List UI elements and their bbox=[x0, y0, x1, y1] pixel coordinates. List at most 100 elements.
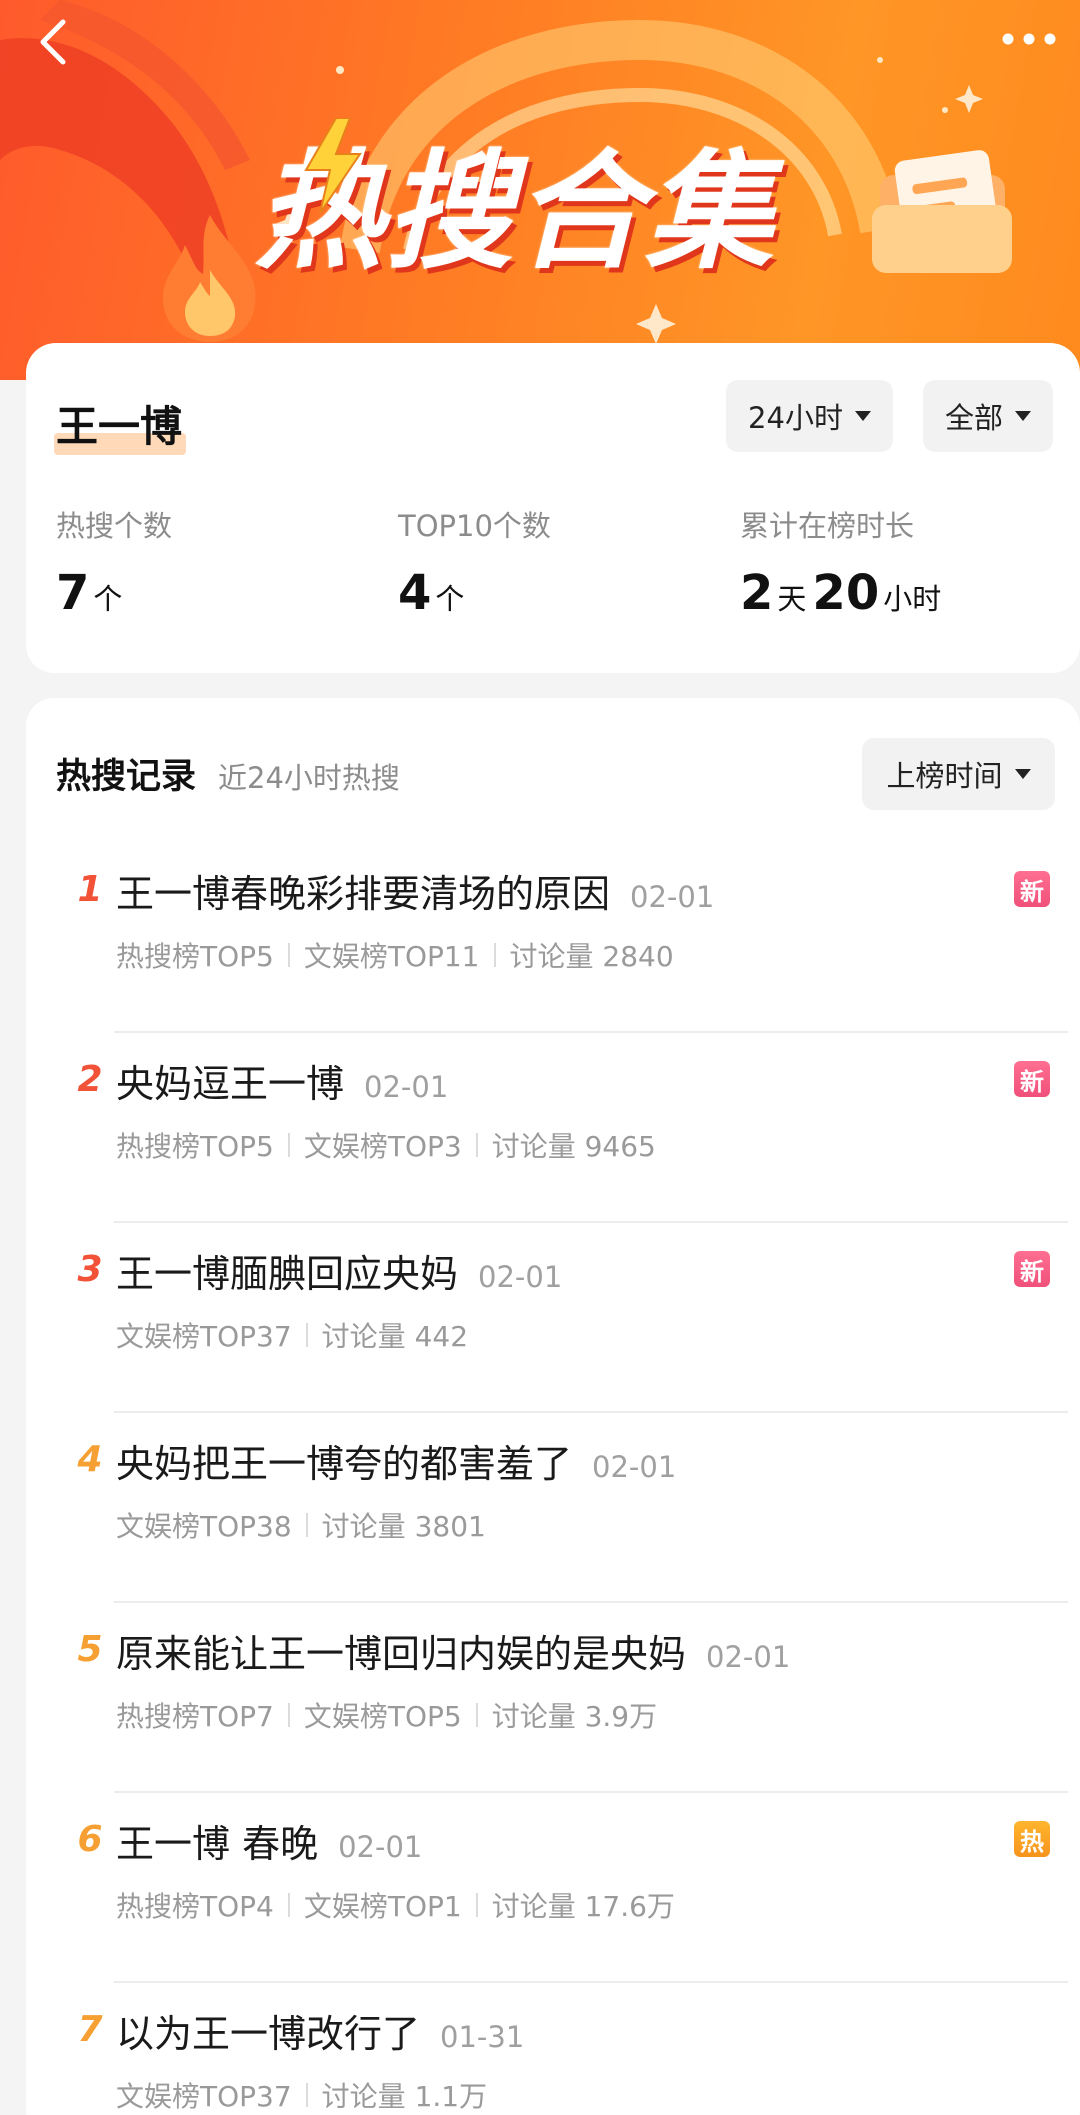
meta-text: 文娱榜TOP37 bbox=[116, 2080, 292, 2113]
meta-separator bbox=[475, 1133, 478, 1157]
meta-text: 讨论量 442 bbox=[321, 1320, 469, 1353]
stat-number: 4 bbox=[398, 565, 432, 621]
record-date: 02-01 bbox=[592, 1450, 677, 1484]
meta-separator bbox=[287, 1893, 290, 1917]
record-title: 王一博春晚彩排要清场的原因 bbox=[116, 872, 611, 916]
record-item[interactable]: 1 王一博春晚彩排要清场的原因 02-01 热搜榜TOP5 文娱榜TOP11 讨论量 28… bbox=[26, 843, 1080, 1033]
stat-value: 7个 bbox=[56, 565, 172, 621]
stat-label: 热搜个数 bbox=[56, 509, 173, 543]
stat-days-unit: 天 bbox=[777, 582, 807, 616]
record-meta: 热搜榜TOP5 文娱榜TOP11 讨论量 2840 bbox=[116, 935, 674, 975]
record-meta: 文娱榜TOP38 讨论量 3801 bbox=[116, 1505, 486, 1545]
record-item[interactable]: 7 以为王一博改行了 01-31 文娱榜TOP37 讨论量 1.1万 bbox=[26, 1983, 1080, 2115]
record-title: 王一博 春晚 bbox=[116, 1822, 319, 1866]
rank-number: 2 bbox=[77, 1059, 103, 1100]
record-title-line: 原来能让王一博回归内娱的是央妈 02-01 bbox=[116, 1623, 790, 1678]
meta-separator bbox=[287, 1703, 290, 1727]
record-title: 王一博腼腆回应央妈 bbox=[116, 1252, 459, 1296]
meta-separator bbox=[493, 943, 496, 967]
back-chevron-icon bbox=[40, 19, 66, 65]
record-meta: 热搜榜TOP5 文娱榜TOP3 讨论量 9465 bbox=[116, 1125, 656, 1165]
record-date: 02-01 bbox=[338, 1830, 423, 1864]
meta-text: 文娱榜TOP1 bbox=[303, 1890, 462, 1923]
records-subtitle: 近24小时热搜 bbox=[218, 761, 400, 795]
sort-filter-label: 上榜时间 bbox=[886, 759, 1003, 793]
record-title-line: 王一博腼腆回应央妈 02-01 bbox=[116, 1243, 562, 1298]
meta-text: 热搜榜TOP7 bbox=[116, 1700, 274, 1733]
lightning-icon bbox=[304, 118, 362, 213]
stat-unit: 个 bbox=[435, 582, 465, 616]
rank-number: 3 bbox=[77, 1249, 103, 1290]
period-filter-label: 24小时 bbox=[748, 401, 843, 435]
rank-number: 1 bbox=[77, 869, 103, 910]
meta-separator bbox=[305, 2083, 308, 2107]
more-dots-icon bbox=[1002, 33, 1056, 45]
rank-number: 6 bbox=[77, 1819, 103, 1860]
record-title-line: 王一博 春晚 02-01 bbox=[116, 1813, 422, 1868]
meta-text: 文娱榜TOP37 bbox=[116, 1320, 292, 1353]
stat-total-duration: 累计在榜时长 2 天 20 小时 bbox=[740, 503, 947, 621]
rank-number: 4 bbox=[77, 1439, 103, 1480]
record-date: 01-31 bbox=[440, 2020, 525, 2054]
records-title: 热搜记录 bbox=[56, 757, 197, 797]
record-title: 央妈逗王一博 bbox=[116, 1062, 345, 1106]
meta-text: 讨论量 2840 bbox=[509, 940, 674, 973]
record-date: 02-01 bbox=[706, 1640, 791, 1674]
folder-icon bbox=[872, 150, 1012, 273]
record-title-line: 以为王一博改行了 01-31 bbox=[116, 2003, 524, 2058]
record-item[interactable]: 2 央妈逗王一博 02-01 热搜榜TOP5 文娱榜TOP3 讨论量 9465 新 bbox=[26, 1033, 1080, 1223]
meta-text: 热搜榜TOP5 bbox=[116, 940, 274, 973]
person-name: 王一博 bbox=[56, 402, 183, 451]
stat-unit: 个 bbox=[93, 582, 123, 616]
stat-label: 累计在榜时长 bbox=[740, 509, 915, 543]
new-badge: 新 bbox=[1014, 1061, 1050, 1097]
records-card: 热搜记录 近24小时热搜 上榜时间 1 王一博春晚彩排要清场的原因 02-01 热搜榜… bbox=[26, 698, 1080, 2115]
stat-hours-unit: 小时 bbox=[883, 582, 942, 616]
record-meta: 热搜榜TOP7 文娱榜TOP5 讨论量 3.9万 bbox=[116, 1695, 657, 1735]
meta-separator bbox=[305, 1323, 308, 1347]
meta-text: 讨论量 9465 bbox=[491, 1130, 656, 1163]
meta-separator bbox=[287, 1133, 290, 1157]
new-badge: 新 bbox=[1014, 1251, 1050, 1287]
sort-filter-dropdown[interactable]: 上榜时间 bbox=[862, 738, 1055, 810]
new-badge: 新 bbox=[1014, 871, 1050, 907]
hot-badge: 热 bbox=[1014, 1821, 1050, 1857]
record-date: 02-01 bbox=[478, 1260, 563, 1294]
more-button[interactable] bbox=[994, 14, 1064, 64]
caret-down-icon bbox=[1014, 769, 1031, 779]
flame-icon bbox=[163, 215, 256, 342]
record-title-line: 央妈把王一博夸的都害羞了 02-01 bbox=[116, 1433, 676, 1488]
record-item[interactable]: 6 王一博 春晚 02-01 热搜榜TOP4 文娱榜TOP1 讨论量 17.6万 热 bbox=[26, 1793, 1080, 1983]
banner: 热搜合集 bbox=[0, 0, 1080, 380]
rank-number: 5 bbox=[77, 1629, 103, 1670]
stat-value: 4个 bbox=[398, 565, 551, 621]
stat-days-number: 2 bbox=[740, 565, 774, 621]
record-title: 以为王一博改行了 bbox=[116, 2012, 421, 2056]
meta-text: 讨论量 3.9万 bbox=[491, 1700, 658, 1733]
person-name-wrap: 王一博 bbox=[54, 393, 186, 455]
meta-text: 热搜榜TOP5 bbox=[116, 1130, 274, 1163]
scope-filter-dropdown[interactable]: 全部 bbox=[923, 380, 1053, 452]
meta-separator bbox=[475, 1893, 478, 1917]
stat-hot-count: 热搜个数 7个 bbox=[56, 503, 172, 621]
record-item[interactable]: 4 央妈把王一博夸的都害羞了 02-01 文娱榜TOP38 讨论量 3801 bbox=[26, 1413, 1080, 1603]
meta-text: 文娱榜TOP5 bbox=[303, 1700, 462, 1733]
record-date: 02-01 bbox=[364, 1070, 449, 1104]
rank-number: 7 bbox=[77, 2009, 103, 2050]
record-item[interactable]: 3 王一博腼腆回应央妈 02-01 文娱榜TOP37 讨论量 442 新 bbox=[26, 1223, 1080, 1413]
stat-hours-number: 20 bbox=[812, 565, 880, 621]
meta-text: 讨论量 3801 bbox=[321, 1510, 486, 1543]
meta-text: 热搜榜TOP4 bbox=[116, 1890, 274, 1923]
period-filter-dropdown[interactable]: 24小时 bbox=[726, 380, 893, 452]
meta-separator bbox=[305, 1513, 308, 1537]
back-button[interactable] bbox=[22, 12, 82, 72]
stat-top10-count: TOP10个数 4个 bbox=[398, 503, 551, 621]
record-title-line: 王一博春晚彩排要清场的原因 02-01 bbox=[116, 863, 714, 918]
caret-down-icon bbox=[1015, 411, 1031, 421]
stat-label: TOP10个数 bbox=[398, 509, 551, 543]
record-title: 央妈把王一博夸的都害羞了 bbox=[116, 1442, 573, 1486]
caret-down-icon bbox=[854, 411, 871, 421]
record-item[interactable]: 5 原来能让王一博回归内娱的是央妈 02-01 热搜榜TOP7 文娱榜TOP5 讨论量 3… bbox=[26, 1603, 1080, 1793]
scope-filter-label: 全部 bbox=[944, 401, 1003, 435]
record-title: 原来能让王一博回归内娱的是央妈 bbox=[116, 1632, 687, 1676]
